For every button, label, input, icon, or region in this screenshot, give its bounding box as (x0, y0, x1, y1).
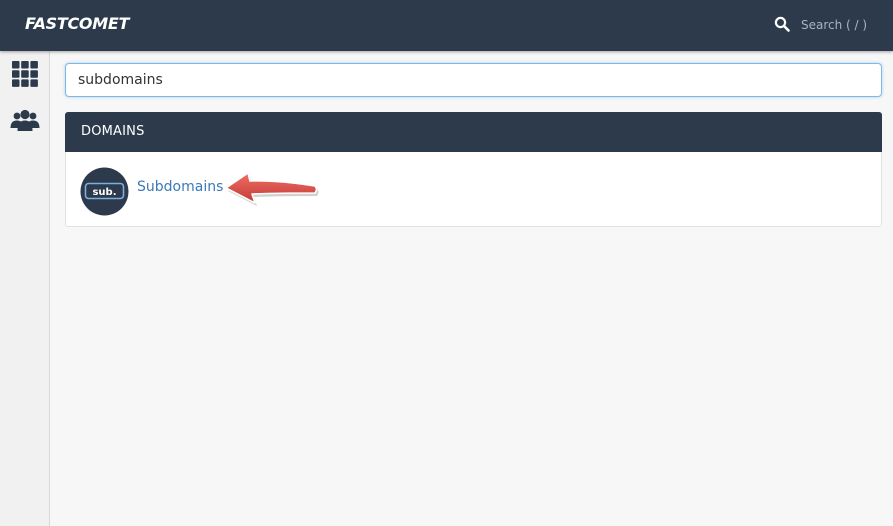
logo[interactable]: FASTCOMET (25, 14, 129, 34)
pointer-arrow-icon (225, 172, 319, 206)
results-panel: DOMAINS sub. Subdomains (65, 112, 882, 227)
domains-group-header: DOMAINS (65, 112, 882, 152)
sidebar (0, 51, 50, 526)
group-title: DOMAINS (81, 124, 145, 139)
header-search[interactable]: Search ( / ) (772, 14, 882, 38)
header-search-label[interactable]: Search ( / ) (801, 18, 867, 32)
users-icon[interactable] (10, 107, 40, 137)
subdomains-icon[interactable]: sub. (80, 167, 129, 216)
subdomains-link[interactable]: Subdomains (137, 179, 223, 195)
search-icon[interactable] (774, 16, 790, 32)
top-bar: FASTCOMET Search ( / ) (0, 0, 893, 51)
subdomains-icon-text: sub. (92, 187, 116, 198)
grid-icon[interactable] (10, 59, 40, 89)
search-input[interactable] (65, 63, 882, 97)
